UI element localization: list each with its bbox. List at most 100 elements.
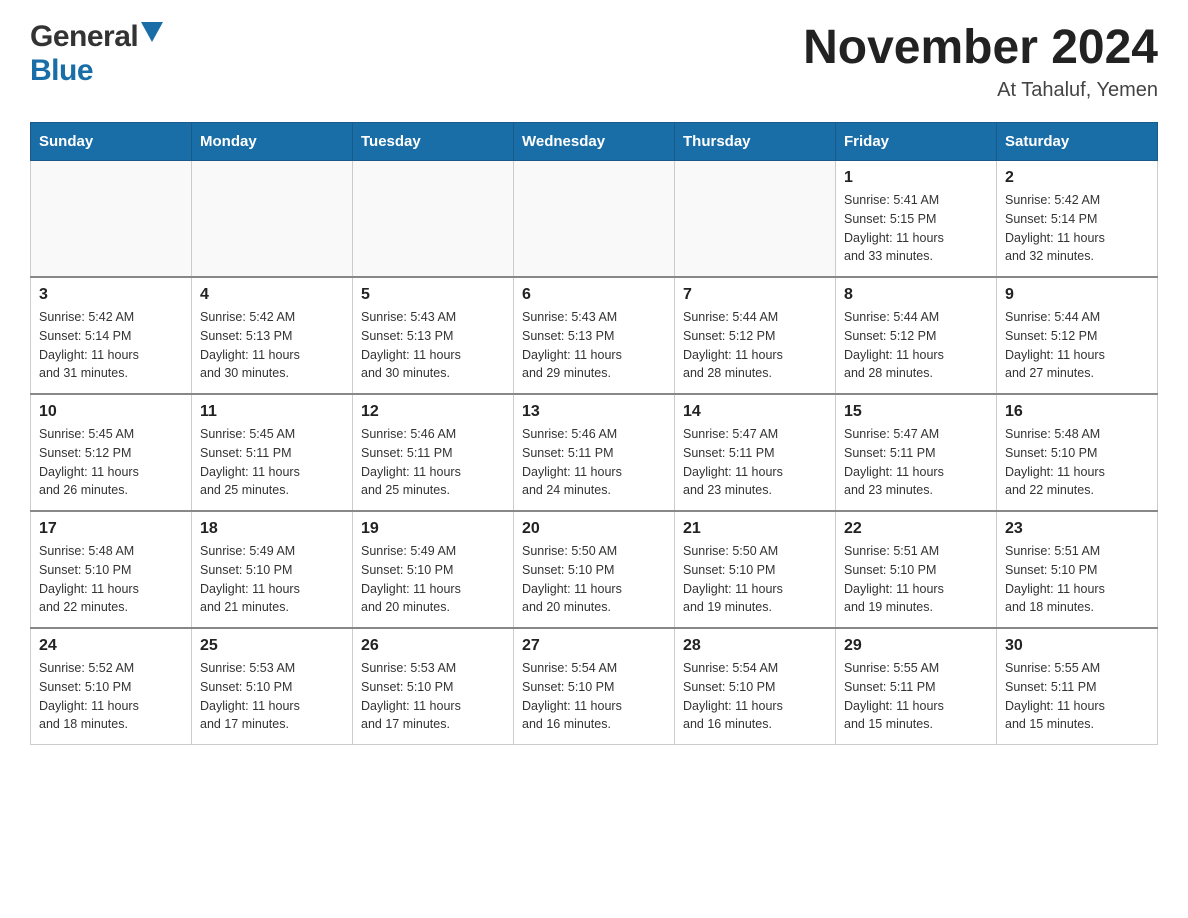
day-number: 6 (522, 286, 666, 304)
day-info: Sunrise: 5:42 AM Sunset: 5:14 PM Dayligh… (39, 308, 183, 383)
day-of-week-header: Saturday (997, 123, 1158, 161)
calendar-cell: 4Sunrise: 5:42 AM Sunset: 5:13 PM Daylig… (192, 277, 353, 394)
day-number: 28 (683, 637, 827, 655)
calendar-cell: 15 Sunrise: 5:47 AM Sunset: 5:11 PM Dayli… (836, 394, 997, 511)
day-info: Sunrise: 5:45 AM Sunset: 5:11 PM Dayligh… (200, 425, 344, 500)
calendar-cell: 6 Sunrise: 5:43 AM Sunset: 5:13 PM Daylig… (514, 277, 675, 394)
day-number: 18 (200, 520, 344, 538)
day-number: 24 (39, 637, 183, 655)
calendar-cell: 18 Sunrise: 5:49 AM Sunset: 5:10 PM Dayli… (192, 511, 353, 628)
day-info: Sunrise: 5:49 AM Sunset: 5:10 PM Dayligh… (200, 542, 344, 617)
calendar-cell: 29 Sunrise: 5:55 AM Sunset: 5:11 PM Dayli… (836, 628, 997, 745)
day-of-week-header: Thursday (675, 123, 836, 161)
day-info: Sunrise: 5:53 AM Sunset: 5:10 PM Dayligh… (200, 659, 344, 734)
calendar-cell: 11 Sunrise: 5:45 AM Sunset: 5:11 PM Dayli… (192, 394, 353, 511)
day-number: 23 (1005, 520, 1149, 538)
calendar-cell: 5 Sunrise: 5:43 AM Sunset: 5:13 PM Daylig… (353, 277, 514, 394)
day-of-week-header: Sunday (31, 123, 192, 161)
day-number: 19 (361, 520, 505, 538)
day-info: Sunrise: 5:48 AM Sunset: 5:10 PM Dayligh… (39, 542, 183, 617)
calendar-cell (353, 161, 514, 278)
day-number: 10 (39, 403, 183, 421)
day-info: Sunrise: 5:43 AM Sunset: 5:13 PM Dayligh… (361, 308, 505, 383)
calendar-cell: 20 Sunrise: 5:50 AM Sunset: 5:10 PM Dayli… (514, 511, 675, 628)
day-number: 20 (522, 520, 666, 538)
day-number: 14 (683, 403, 827, 421)
title-area: November 2024 At Tahaluf, Yemen (803, 20, 1158, 102)
day-number: 3 (39, 286, 183, 304)
calendar-cell: 27 Sunrise: 5:54 AM Sunset: 5:10 PM Dayli… (514, 628, 675, 745)
logo-blue-text: Blue (30, 54, 93, 88)
calendar-cell: 17 Sunrise: 5:48 AM Sunset: 5:10 PM Dayli… (31, 511, 192, 628)
day-of-week-header: Monday (192, 123, 353, 161)
day-info: Sunrise: 5:55 AM Sunset: 5:11 PM Dayligh… (1005, 659, 1149, 734)
calendar-week-row: 24 Sunrise: 5:52 AM Sunset: 5:10 PM Dayli… (31, 628, 1158, 745)
day-info: Sunrise: 5:50 AM Sunset: 5:10 PM Dayligh… (522, 542, 666, 617)
calendar-week-row: 10 Sunrise: 5:45 AM Sunset: 5:12 PM Dayli… (31, 394, 1158, 511)
day-number: 26 (361, 637, 505, 655)
day-number: 16 (1005, 403, 1149, 421)
calendar-cell: 7 Sunrise: 5:44 AM Sunset: 5:12 PM Daylig… (675, 277, 836, 394)
calendar-cell: 8Sunrise: 5:44 AM Sunset: 5:12 PM Daylig… (836, 277, 997, 394)
day-number: 13 (522, 403, 666, 421)
day-info: Sunrise: 5:46 AM Sunset: 5:11 PM Dayligh… (361, 425, 505, 500)
day-info: Sunrise: 5:54 AM Sunset: 5:10 PM Dayligh… (522, 659, 666, 734)
day-number: 29 (844, 637, 988, 655)
day-of-week-header: Friday (836, 123, 997, 161)
calendar-cell: 25 Sunrise: 5:53 AM Sunset: 5:10 PM Dayli… (192, 628, 353, 745)
calendar-cell: 12 Sunrise: 5:46 AM Sunset: 5:11 PM Dayli… (353, 394, 514, 511)
day-of-week-header: Wednesday (514, 123, 675, 161)
day-number: 12 (361, 403, 505, 421)
day-number: 30 (1005, 637, 1149, 655)
day-number: 5 (361, 286, 505, 304)
calendar-cell: 16Sunrise: 5:48 AM Sunset: 5:10 PM Dayli… (997, 394, 1158, 511)
calendar-cell: 26 Sunrise: 5:53 AM Sunset: 5:10 PM Dayli… (353, 628, 514, 745)
day-info: Sunrise: 5:43 AM Sunset: 5:13 PM Dayligh… (522, 308, 666, 383)
day-info: Sunrise: 5:42 AM Sunset: 5:14 PM Dayligh… (1005, 191, 1149, 266)
day-info: Sunrise: 5:54 AM Sunset: 5:10 PM Dayligh… (683, 659, 827, 734)
day-number: 11 (200, 403, 344, 421)
calendar-cell: 30 Sunrise: 5:55 AM Sunset: 5:11 PM Dayli… (997, 628, 1158, 745)
day-number: 25 (200, 637, 344, 655)
day-number: 9 (1005, 286, 1149, 304)
calendar-week-row: 17 Sunrise: 5:48 AM Sunset: 5:10 PM Dayli… (31, 511, 1158, 628)
day-info: Sunrise: 5:52 AM Sunset: 5:10 PM Dayligh… (39, 659, 183, 734)
day-info: Sunrise: 5:47 AM Sunset: 5:11 PM Dayligh… (844, 425, 988, 500)
calendar-header-row: SundayMondayTuesdayWednesdayThursdayFrid… (31, 123, 1158, 161)
calendar-cell (31, 161, 192, 278)
calendar-cell: 21Sunrise: 5:50 AM Sunset: 5:10 PM Dayli… (675, 511, 836, 628)
day-number: 7 (683, 286, 827, 304)
calendar-week-row: 3 Sunrise: 5:42 AM Sunset: 5:14 PM Daylig… (31, 277, 1158, 394)
calendar-cell: 1 Sunrise: 5:41 AM Sunset: 5:15 PM Daylig… (836, 161, 997, 278)
day-info: Sunrise: 5:50 AM Sunset: 5:10 PM Dayligh… (683, 542, 827, 617)
day-info: Sunrise: 5:46 AM Sunset: 5:11 PM Dayligh… (522, 425, 666, 500)
calendar-week-row: 1 Sunrise: 5:41 AM Sunset: 5:15 PM Daylig… (31, 161, 1158, 278)
day-info: Sunrise: 5:51 AM Sunset: 5:10 PM Dayligh… (844, 542, 988, 617)
calendar-cell (192, 161, 353, 278)
day-number: 22 (844, 520, 988, 538)
calendar-cell: 13 Sunrise: 5:46 AM Sunset: 5:11 PM Dayli… (514, 394, 675, 511)
calendar-cell: 2Sunrise: 5:42 AM Sunset: 5:14 PM Daylig… (997, 161, 1158, 278)
day-number: 27 (522, 637, 666, 655)
day-info: Sunrise: 5:44 AM Sunset: 5:12 PM Dayligh… (1005, 308, 1149, 383)
calendar-cell: 14Sunrise: 5:47 AM Sunset: 5:11 PM Dayli… (675, 394, 836, 511)
calendar-cell: 23 Sunrise: 5:51 AM Sunset: 5:10 PM Dayli… (997, 511, 1158, 628)
calendar-cell: 28 Sunrise: 5:54 AM Sunset: 5:10 PM Dayli… (675, 628, 836, 745)
logo-arrow-icon (141, 22, 163, 47)
day-info: Sunrise: 5:44 AM Sunset: 5:12 PM Dayligh… (683, 308, 827, 383)
day-info: Sunrise: 5:51 AM Sunset: 5:10 PM Dayligh… (1005, 542, 1149, 617)
calendar-cell: 3 Sunrise: 5:42 AM Sunset: 5:14 PM Daylig… (31, 277, 192, 394)
day-info: Sunrise: 5:53 AM Sunset: 5:10 PM Dayligh… (361, 659, 505, 734)
day-info: Sunrise: 5:41 AM Sunset: 5:15 PM Dayligh… (844, 191, 988, 266)
day-info: Sunrise: 5:55 AM Sunset: 5:11 PM Dayligh… (844, 659, 988, 734)
day-number: 15 (844, 403, 988, 421)
day-number: 17 (39, 520, 183, 538)
day-number: 1 (844, 169, 988, 187)
calendar-cell: 10 Sunrise: 5:45 AM Sunset: 5:12 PM Dayli… (31, 394, 192, 511)
day-number: 4 (200, 286, 344, 304)
calendar-cell (675, 161, 836, 278)
day-info: Sunrise: 5:45 AM Sunset: 5:12 PM Dayligh… (39, 425, 183, 500)
calendar-cell: 19Sunrise: 5:49 AM Sunset: 5:10 PM Dayli… (353, 511, 514, 628)
calendar-cell: 24 Sunrise: 5:52 AM Sunset: 5:10 PM Dayli… (31, 628, 192, 745)
calendar-cell: 9 Sunrise: 5:44 AM Sunset: 5:12 PM Daylig… (997, 277, 1158, 394)
